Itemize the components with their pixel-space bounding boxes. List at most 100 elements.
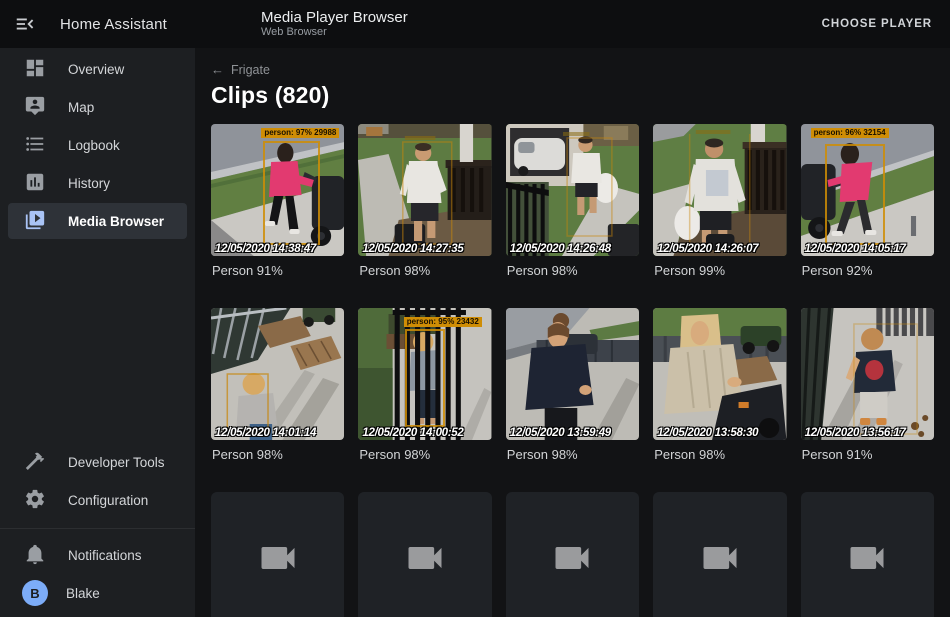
sidebar-item-label: Logbook: [68, 138, 120, 153]
folder-tile-last-month[interactable]: Last Month (318): [653, 492, 786, 617]
clip-scene-image: [653, 124, 786, 256]
clip-scene-image: [506, 124, 639, 256]
clip-scene-image: [801, 308, 934, 440]
clip-tile[interactable]: 12/05/2020 14:01:14 Person 98%: [211, 308, 344, 477]
clip-timestamp: 12/05/2020 13:56:17: [805, 427, 906, 439]
folder-grid-row: Today (164) Yesterday (209) This Month (…: [211, 492, 934, 617]
clip-timestamp: 12/05/2020 14:27:35: [362, 243, 463, 255]
sidebar: Overview Map Logbook History: [0, 48, 195, 617]
clip-thumbnail[interactable]: 12/05/2020 13:56:17: [801, 308, 934, 440]
clip-caption: Person 98%: [507, 263, 639, 279]
clip-tile[interactable]: 12/05/2020 14:27:35 Person 98%: [358, 124, 491, 293]
sidebar-spacer: [0, 241, 195, 444]
topbar-left: Home Assistant: [0, 12, 195, 36]
clip-timestamp: 12/05/2020 13:58:30: [657, 427, 758, 439]
clip-tile[interactable]: 12/05/2020 13:59:49 Person 98%: [506, 308, 639, 477]
clip-thumbnail[interactable]: person: 97% 29988 12/05/2020 14:38:47: [211, 124, 344, 256]
sidebar-item-label: Overview: [68, 62, 124, 77]
clip-thumbnail[interactable]: 12/05/2020 13:58:30: [653, 308, 786, 440]
top-bar: Home Assistant Media Player Browser Web …: [0, 0, 950, 48]
sidebar-item-developer-tools[interactable]: Developer Tools: [8, 444, 187, 480]
video-icon: [550, 536, 594, 580]
clip-tile[interactable]: 12/05/2020 13:58:30 Person 98%: [653, 308, 786, 477]
clip-thumbnail[interactable]: person: 95% 23432 12/05/2020 14:00:52: [358, 308, 491, 440]
clip-tile[interactable]: person: 97% 29988 12/05/2020 14:38:47 Pe…: [211, 124, 344, 293]
chart-icon: [24, 171, 48, 195]
panel-title: Media Player Browser: [261, 9, 408, 26]
clip-caption: Person 92%: [802, 263, 934, 279]
clip-timestamp: 12/05/2020 14:38:47: [215, 243, 316, 255]
hammer-icon: [24, 450, 48, 474]
sidebar-item-notifications[interactable]: Notifications: [8, 537, 187, 573]
clip-scene-image: [506, 308, 639, 440]
clip-thumbnail[interactable]: 12/05/2020 14:26:48: [506, 124, 639, 256]
clip-thumbnail[interactable]: 12/05/2020 14:26:07: [653, 124, 786, 256]
breadcrumb-back[interactable]: ← Frigate: [211, 62, 270, 77]
media-browser-content: ← Frigate Clips (820): [195, 48, 950, 617]
detection-label: person: 96% 32154: [811, 128, 889, 138]
detection-bounding-box: [825, 144, 885, 246]
sidebar-item-map[interactable]: Map: [8, 89, 187, 125]
clip-thumbnail[interactable]: person: 96% 32154 12/05/2020 14:05:17: [801, 124, 934, 256]
clip-tile[interactable]: 12/05/2020 14:26:48 Person 98%: [506, 124, 639, 293]
sidebar-item-configuration[interactable]: Configuration: [8, 482, 187, 518]
topbar-main: Media Player Browser Web Browser CHOOSE …: [195, 9, 950, 39]
detection-bounding-box: [263, 141, 320, 245]
bell-icon: [24, 543, 48, 567]
detection-label: person: 97% 29988: [261, 128, 339, 138]
folder-thumbnail[interactable]: [358, 492, 491, 617]
sidebar-item-user[interactable]: B Blake: [8, 575, 187, 611]
choose-player-button[interactable]: CHOOSE PLAYER: [822, 18, 932, 30]
panel-subtitle: Web Browser: [261, 26, 408, 39]
sidebar-item-history[interactable]: History: [8, 165, 187, 201]
clip-tile[interactable]: 12/05/2020 14:26:07 Person 99%: [653, 124, 786, 293]
clip-timestamp: 12/05/2020 14:00:52: [362, 427, 463, 439]
video-icon: [845, 536, 889, 580]
clip-tile[interactable]: person: 95% 23432 12/05/2020 14:00:52 Pe…: [358, 308, 491, 477]
clip-caption: Person 98%: [212, 447, 344, 463]
clip-caption: Person 98%: [654, 447, 786, 463]
menu-open-icon[interactable]: [14, 12, 38, 36]
clip-timestamp: 12/05/2020 13:59:49: [510, 427, 611, 439]
app-title: Home Assistant: [60, 16, 167, 33]
clip-tile[interactable]: 12/05/2020 13:56:17 Person 91%: [801, 308, 934, 477]
clip-caption: Person 98%: [507, 447, 639, 463]
clip-timestamp: 12/05/2020 14:01:14: [215, 427, 316, 439]
sidebar-item-overview[interactable]: Overview: [8, 51, 187, 87]
clip-caption: Person 98%: [359, 447, 491, 463]
list-icon: [24, 133, 48, 157]
clip-thumbnail[interactable]: 12/05/2020 14:01:14: [211, 308, 344, 440]
sidebar-item-label: Notifications: [68, 548, 142, 563]
folder-tile-today[interactable]: Today (164): [211, 492, 344, 617]
sidebar-item-media-browser[interactable]: Media Browser: [8, 203, 187, 239]
clip-timestamp: 12/05/2020 14:05:17: [805, 243, 906, 255]
folder-tile-this-month[interactable]: This Month (502): [506, 492, 639, 617]
page-title: Clips (820): [211, 82, 934, 109]
clip-scene-image: [358, 124, 491, 256]
folder-thumbnail[interactable]: [211, 492, 344, 617]
clip-grid-row1: person: 97% 29988 12/05/2020 14:38:47 Pe…: [211, 124, 934, 293]
map-person-icon: [24, 95, 48, 119]
folder-thumbnail[interactable]: [506, 492, 639, 617]
clip-caption: Person 91%: [802, 447, 934, 463]
clip-timestamp: 12/05/2020 14:26:48: [510, 243, 611, 255]
detection-label: person: 95% 23432: [404, 317, 482, 327]
sidebar-item-label: Developer Tools: [68, 455, 165, 470]
folder-thumbnail[interactable]: [653, 492, 786, 617]
sidebar-item-label: Media Browser: [68, 214, 164, 229]
sidebar-item-label: Map: [68, 100, 94, 115]
sidebar-item-label: History: [68, 176, 110, 191]
dashboard-icon: [24, 57, 48, 81]
clip-caption: Person 99%: [654, 263, 786, 279]
sidebar-item-logbook[interactable]: Logbook: [8, 127, 187, 163]
clip-thumbnail[interactable]: 12/05/2020 13:59:49: [506, 308, 639, 440]
folder-thumbnail[interactable]: [801, 492, 934, 617]
media-browser-icon: [24, 209, 48, 233]
back-arrow-icon: ←: [211, 62, 224, 77]
folder-tile-back[interactable]: Back (427): [801, 492, 934, 617]
folder-tile-yesterday[interactable]: Yesterday (209): [358, 492, 491, 617]
clip-caption: Person 91%: [212, 263, 344, 279]
app-window: Home Assistant Media Player Browser Web …: [0, 0, 950, 617]
clip-thumbnail[interactable]: 12/05/2020 14:27:35: [358, 124, 491, 256]
clip-tile[interactable]: person: 96% 32154 12/05/2020 14:05:17 Pe…: [801, 124, 934, 293]
